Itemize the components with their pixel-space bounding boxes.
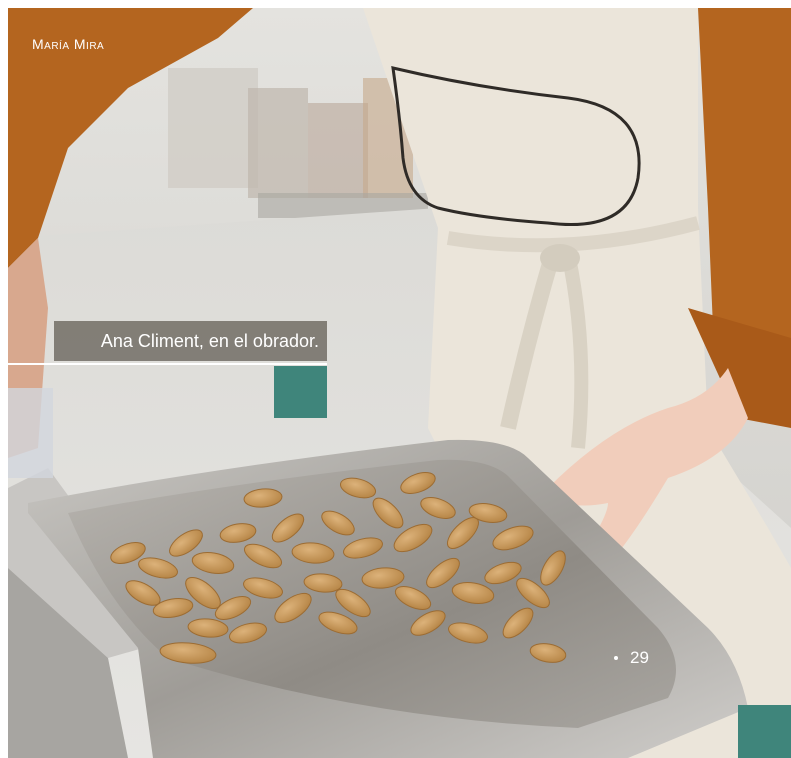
magazine-page: María Mira Ana Climent, en el obrador. 2… <box>0 0 791 758</box>
page-number: 29 <box>630 648 649 667</box>
accent-square <box>274 366 327 418</box>
photo-peanuts-workshop <box>8 8 791 758</box>
page-number-dot <box>614 656 618 660</box>
photo-caption-text: Ana Climent, en el obrador. <box>100 331 319 351</box>
corner-accent-square <box>738 705 791 758</box>
photo-credit: María Mira <box>32 36 105 52</box>
caption-underline <box>8 363 327 365</box>
photo-caption: Ana Climent, en el obrador. <box>54 321 327 361</box>
